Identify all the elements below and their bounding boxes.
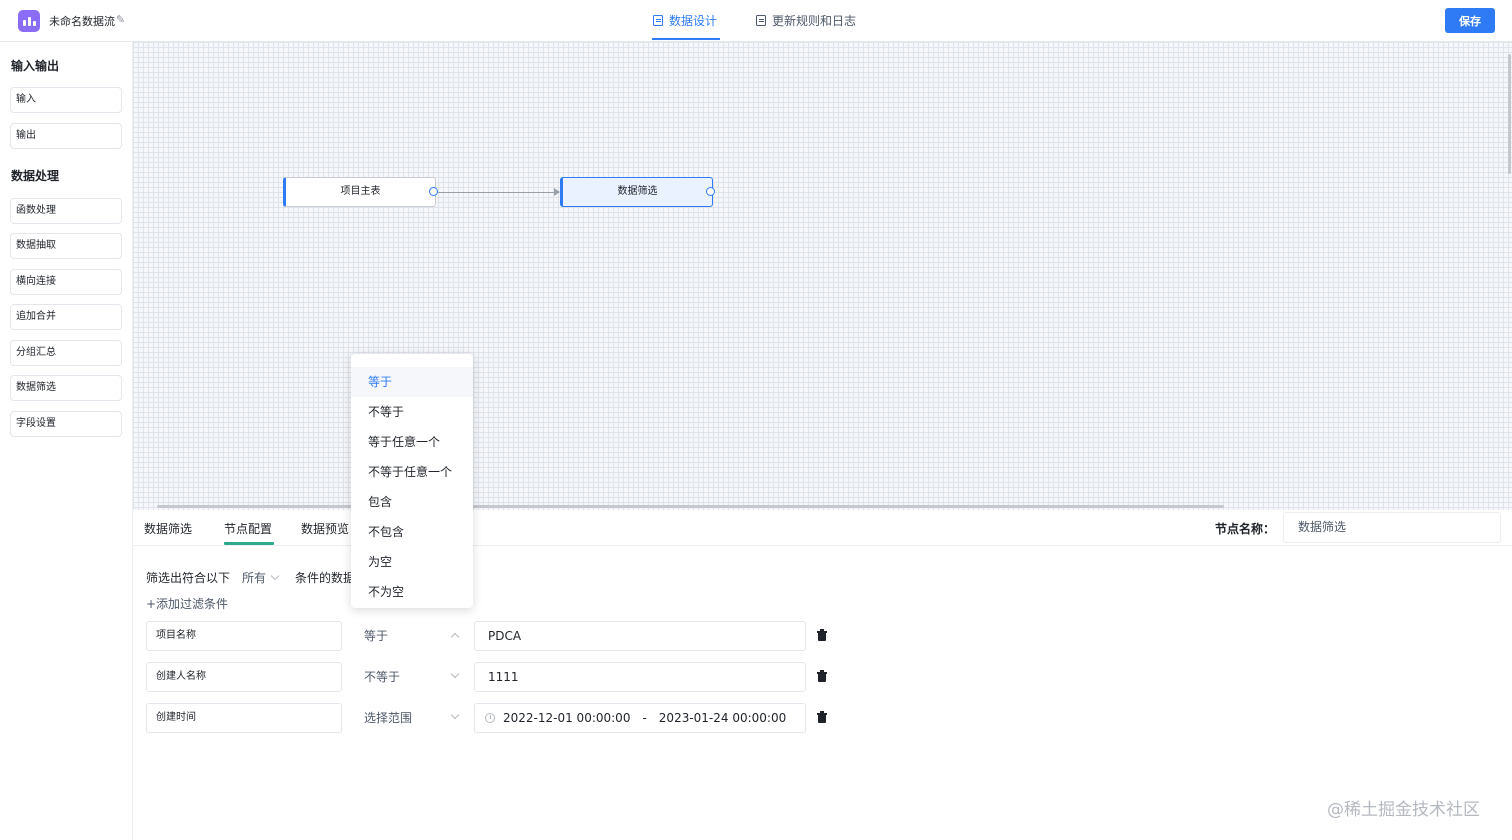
sidebar-item-append[interactable]: 追加合并 — [10, 304, 122, 330]
dropdown-option-empty[interactable]: 为空 — [351, 547, 473, 577]
group-title-io: 输入输出 — [11, 59, 60, 73]
node-name-input[interactable]: 数据筛选 — [1283, 512, 1501, 543]
dropdown-option-not-equal-any[interactable]: 不等于任意一个 — [351, 457, 473, 487]
flow-edge[interactable] — [438, 192, 556, 193]
sidebar-item-input[interactable]: 输入 — [10, 87, 122, 113]
dropdown-option-equal[interactable]: 等于 — [351, 367, 473, 397]
sidebar-item-field-settings[interactable]: 字段设置 — [10, 411, 122, 437]
operator-value: 选择范围 — [364, 711, 413, 725]
filter-prefix-text: 筛选出符合以下 — [146, 571, 231, 585]
condition-value-input[interactable]: PDCA — [474, 621, 806, 651]
range-separator: - — [642, 711, 647, 725]
chevron-up-icon — [450, 632, 460, 642]
tab-filter-node[interactable]: 数据筛选 — [144, 520, 192, 537]
flow-node-source[interactable]: 项目主表 — [283, 177, 436, 207]
flow-node-filter[interactable]: 数据筛选 — [560, 177, 713, 207]
operator-value: 不等于 — [364, 670, 401, 684]
add-filter-button[interactable]: +添加过滤条件 — [146, 595, 228, 612]
delete-condition-icon[interactable] — [817, 629, 827, 641]
sidebar-item-join[interactable]: 横向连接 — [10, 269, 122, 295]
dropdown-option-contains[interactable]: 包含 — [351, 487, 473, 517]
top-bar: 未命名数据流 ✎ 数据设计 更新规则和日志 保存 — [0, 0, 1512, 42]
save-button[interactable]: 保存 — [1445, 8, 1495, 33]
sidebar-item-function[interactable]: 函数处理 — [10, 198, 122, 224]
flow-canvas[interactable] — [133, 42, 1512, 510]
active-tab-indicator — [652, 38, 720, 40]
dropdown-option-not-equal[interactable]: 不等于 — [351, 397, 473, 427]
sidebar-item-output[interactable]: 输出 — [10, 123, 122, 149]
dropdown-option-equal-any[interactable]: 等于任意一个 — [351, 427, 473, 457]
condition-operator-select[interactable]: 不等于 — [351, 662, 467, 692]
operator-dropdown: 等于 不等于 等于任意一个 不等于任意一个 包含 不包含 为空 不为空 — [351, 354, 473, 608]
delete-condition-icon[interactable] — [817, 670, 827, 682]
tab-update-rules-log[interactable]: 更新规则和日志 — [756, 12, 856, 29]
filter-suffix-text: 条件的数据 — [295, 571, 356, 585]
panel-divider — [133, 545, 1512, 546]
canvas-horizontal-scrollbar[interactable] — [157, 505, 1224, 508]
clock-icon — [485, 713, 495, 723]
tab-data-design-label: 数据设计 — [669, 14, 718, 28]
node-output-port[interactable] — [429, 187, 438, 196]
component-sidebar — [0, 42, 133, 840]
log-doc-icon — [756, 15, 766, 26]
group-title-processing: 数据处理 — [11, 169, 60, 183]
sidebar-item-extract[interactable]: 数据抽取 — [10, 233, 122, 259]
chevron-down-icon — [450, 710, 460, 720]
date-range-picker[interactable]: 2022-12-01 00:00:00 - 2023-01-24 00:00:0… — [474, 703, 806, 733]
app-logo-icon — [18, 10, 40, 32]
design-doc-icon — [653, 15, 663, 26]
match-mode-value: 所有 — [242, 571, 267, 585]
canvas-vertical-scrollbar[interactable] — [1508, 54, 1511, 174]
range-end[interactable]: 2023-01-24 00:00:00 — [659, 704, 786, 732]
node-output-port[interactable] — [706, 187, 715, 196]
condition-value-input[interactable]: 1111 — [474, 662, 806, 692]
match-mode-select[interactable]: 所有 — [242, 569, 280, 586]
operator-value: 等于 — [364, 629, 389, 643]
range-start[interactable]: 2022-12-01 00:00:00 — [503, 704, 630, 732]
chevron-down-icon — [450, 669, 460, 679]
dataflow-title: 未命名数据流 — [49, 15, 115, 28]
condition-field-select[interactable]: 创建时间 — [146, 703, 342, 733]
condition-field-select[interactable]: 创建人名称 — [146, 662, 342, 692]
tab-update-rules-log-label: 更新规则和日志 — [772, 14, 857, 28]
condition-field-select[interactable]: 项目名称 — [146, 621, 342, 651]
sidebar-item-filter[interactable]: 数据筛选 — [10, 375, 122, 401]
condition-operator-select[interactable]: 选择范围 — [351, 703, 467, 733]
sidebar-item-group-summary[interactable]: 分组汇总 — [10, 340, 122, 366]
watermark: @稀土掘金技术社区 — [1327, 800, 1480, 820]
dropdown-option-not-empty[interactable]: 不为空 — [351, 577, 473, 607]
tab-node-config[interactable]: 节点配置 — [224, 520, 272, 537]
tab-data-preview[interactable]: 数据预览 — [301, 520, 349, 537]
dropdown-option-not-contains[interactable]: 不包含 — [351, 517, 473, 547]
condition-operator-select[interactable]: 等于 — [351, 621, 467, 651]
node-name-label: 节点名称： — [1215, 522, 1276, 536]
tab-data-design[interactable]: 数据设计 — [653, 12, 717, 29]
edit-title-icon[interactable]: ✎ — [116, 13, 125, 26]
chevron-down-icon — [270, 571, 280, 581]
delete-condition-icon[interactable] — [817, 711, 827, 723]
